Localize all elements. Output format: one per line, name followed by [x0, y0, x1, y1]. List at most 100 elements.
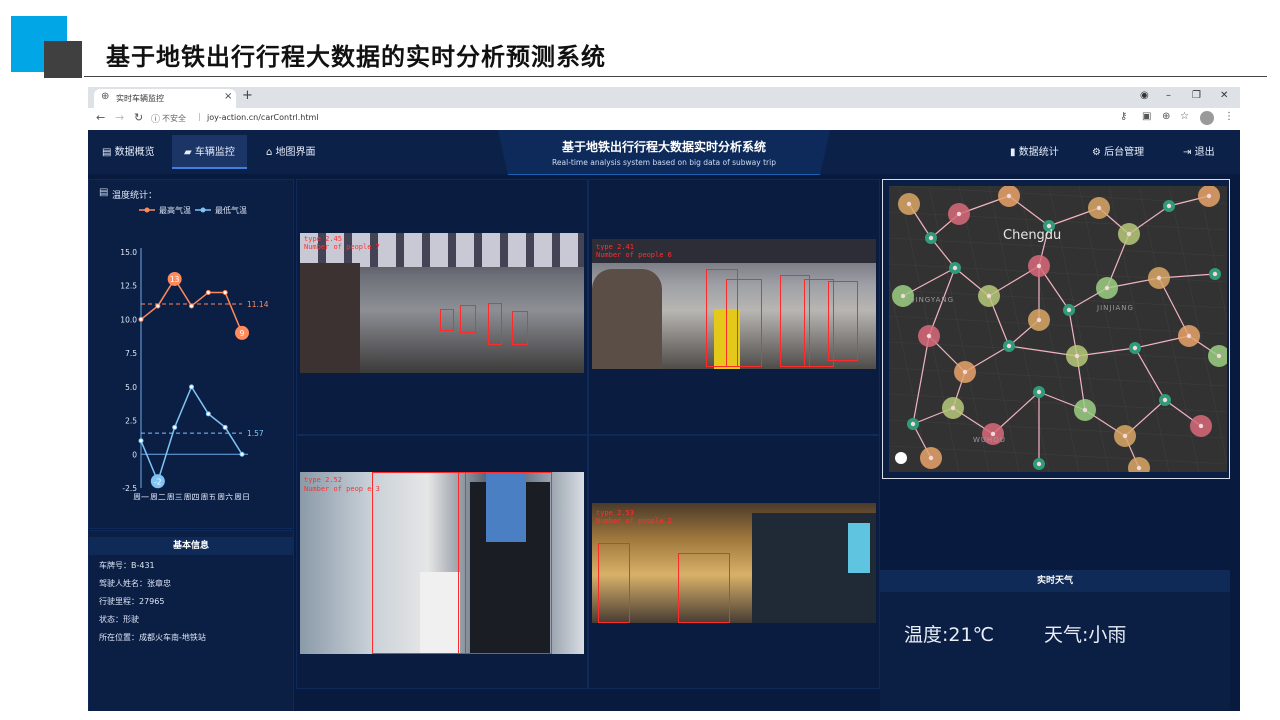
nav-map-view[interactable]: ⌂ 地图界面 — [266, 143, 316, 158]
station-dot — [1136, 465, 1142, 471]
station-dot — [1122, 433, 1128, 439]
key-icon[interactable]: ⚷ — [1120, 111, 1127, 122]
detection-box — [678, 553, 730, 623]
new-tab-button[interactable]: + — [242, 88, 253, 103]
detection-type-label: type 2.45 — [304, 235, 342, 243]
system-title-banner: 基于地铁出行行程大数据实时分析系统 Real-time analysis sys… — [498, 130, 830, 175]
dashboard: ▤ 数据概览 ▰ 车辆监控 ⌂ 地图界面 基于地铁出行行程大数据实时分析系统 R… — [88, 130, 1240, 711]
basic-info-panel: 基本信息 车牌号：B-431 驾驶人姓名：张章忠 行驶里程：27965 状态：形… — [88, 530, 294, 711]
nav-data-overview[interactable]: ▤ 数据概览 — [102, 143, 155, 158]
detection-type-label: type 2.53 — [596, 509, 634, 517]
detection-box — [828, 281, 858, 361]
url-field[interactable]: joy-action.cn/carContrl.html — [207, 113, 318, 122]
people-count-label: Number of peop e 3 — [304, 485, 380, 493]
station-dot — [900, 293, 906, 299]
detection-box — [512, 311, 528, 345]
average-label: 1.57 — [247, 429, 264, 438]
camera-feed[interactable]: type 2.53 Number of people 2 — [592, 503, 876, 623]
station-dot — [1186, 333, 1192, 339]
detection-type-label: type 2.52 — [304, 476, 342, 484]
nav-data-statistics[interactable]: ▮ 数据统计 — [1010, 143, 1059, 158]
legend-label: 最低气温 — [215, 205, 247, 215]
exit-icon: ⇥ — [1183, 147, 1192, 158]
map-panel: Chengdu QINGYANG JINJIANG WUHOU — [882, 179, 1230, 479]
station-dot — [928, 455, 934, 461]
gear-icon: ⚙ — [1092, 147, 1101, 158]
station-dot — [928, 235, 934, 241]
station-dot — [1216, 353, 1222, 359]
detection-box — [372, 472, 466, 654]
info-row: 驾驶人姓名：张章忠 — [99, 579, 171, 588]
average-label: 11.14 — [247, 300, 269, 309]
x-tick-label: 周五 — [200, 493, 216, 500]
detection-box — [726, 279, 762, 367]
y-tick-label: 12.5 — [120, 282, 137, 291]
globe-icon: ⊕ — [101, 91, 110, 102]
station-dot — [1006, 193, 1012, 199]
y-tick-label: 15.0 — [120, 248, 137, 257]
weather-condition: 天气:小雨 — [1044, 624, 1127, 646]
star-icon[interactable]: ☆ — [1180, 111, 1189, 122]
district-label: JINJIANG — [1097, 304, 1134, 312]
info-row: 状态：形驶 — [99, 615, 139, 624]
info-icon[interactable]: ⓘ — [151, 112, 160, 125]
station-dot — [1036, 389, 1042, 395]
more-menu-icon[interactable]: ⋮ — [1224, 111, 1234, 122]
browser-tab[interactable]: ⊕ 实时车辆监控 × — [94, 89, 236, 108]
camera-feed[interactable]: type 2.52 Number of peop e 3 — [300, 472, 584, 654]
station-dot — [906, 201, 912, 207]
slide-title: 基于地铁出行行程大数据的实时分析预测系统 — [106, 43, 606, 71]
info-row: 车牌号：B-431 — [99, 561, 155, 570]
browser-window: ⊕ 实时车辆监控 × + ◉ – ❐ ✕ ← → ↻ ⓘ 不安全 | joy-a… — [88, 87, 1240, 711]
forward-icon[interactable]: → — [115, 111, 124, 124]
nav-admin[interactable]: ⚙ 后台管理 — [1092, 143, 1144, 158]
minimize-button[interactable]: – — [1166, 90, 1171, 101]
detection-box — [458, 472, 552, 654]
station-dot — [1162, 397, 1168, 403]
info-row: 所在位置：成都火车南-地铁站 — [99, 633, 206, 642]
zoom-icon[interactable]: ⊕ — [1162, 111, 1170, 122]
station-dot — [1198, 423, 1204, 429]
data-point — [189, 384, 194, 390]
camera-feed[interactable]: type 2.41 Number of people 6 — [592, 239, 876, 369]
y-tick-label: 7.5 — [125, 349, 137, 358]
nav-logout[interactable]: ⇥ 退出 — [1183, 143, 1215, 158]
station-dot — [926, 333, 932, 339]
station-dot — [962, 369, 968, 375]
station-dot — [986, 293, 992, 299]
station-dot — [1156, 275, 1162, 281]
nav-vehicle-monitor[interactable]: ▰ 车辆监控 — [172, 135, 247, 169]
profile-download-icon[interactable]: ◉ — [1140, 90, 1149, 101]
video-cell: type 2.45 Number of people 7 — [296, 179, 588, 435]
document-icon: ▤ — [102, 147, 112, 158]
district-label: WUHOU — [973, 436, 1006, 444]
x-tick-label: 周二 — [150, 493, 166, 500]
station-dot — [1082, 407, 1088, 413]
detection-box — [460, 305, 476, 333]
camera-feed[interactable]: type 2.45 Number of people 7 — [300, 233, 584, 373]
back-icon[interactable]: ← — [96, 111, 105, 124]
reload-icon[interactable]: ↻ — [134, 111, 143, 124]
weather-panel: 实时天气 温度:21℃ 天气:小雨 — [880, 570, 1230, 710]
translate-icon[interactable]: ▣ — [1142, 111, 1151, 122]
detection-box — [598, 543, 630, 623]
data-point — [138, 316, 144, 322]
restore-button[interactable]: ❐ — [1192, 90, 1201, 101]
station-dot — [950, 405, 956, 411]
x-tick-label: 周日 — [234, 493, 250, 500]
y-tick-label: 2.5 — [125, 417, 137, 426]
video-cell: type 2.52 Number of peop e 3 — [296, 435, 588, 689]
basic-info-title: 基本信息 — [89, 537, 293, 555]
people-count-label: Number of people 6 — [596, 251, 672, 259]
people-count-label: Number of people 2 — [596, 517, 672, 525]
close-tab-icon[interactable]: × — [224, 91, 232, 102]
data-point — [222, 289, 228, 295]
detection-box — [488, 303, 502, 345]
system-subtitle: Real-time analysis system based on big d… — [552, 158, 776, 167]
station-dot — [952, 265, 958, 271]
avatar[interactable] — [1200, 111, 1214, 125]
station-dot — [1036, 461, 1042, 467]
nav-label: 车辆监控 — [194, 147, 235, 158]
x-tick-label: 周一 — [133, 493, 149, 500]
close-window-button[interactable]: ✕ — [1220, 90, 1228, 101]
